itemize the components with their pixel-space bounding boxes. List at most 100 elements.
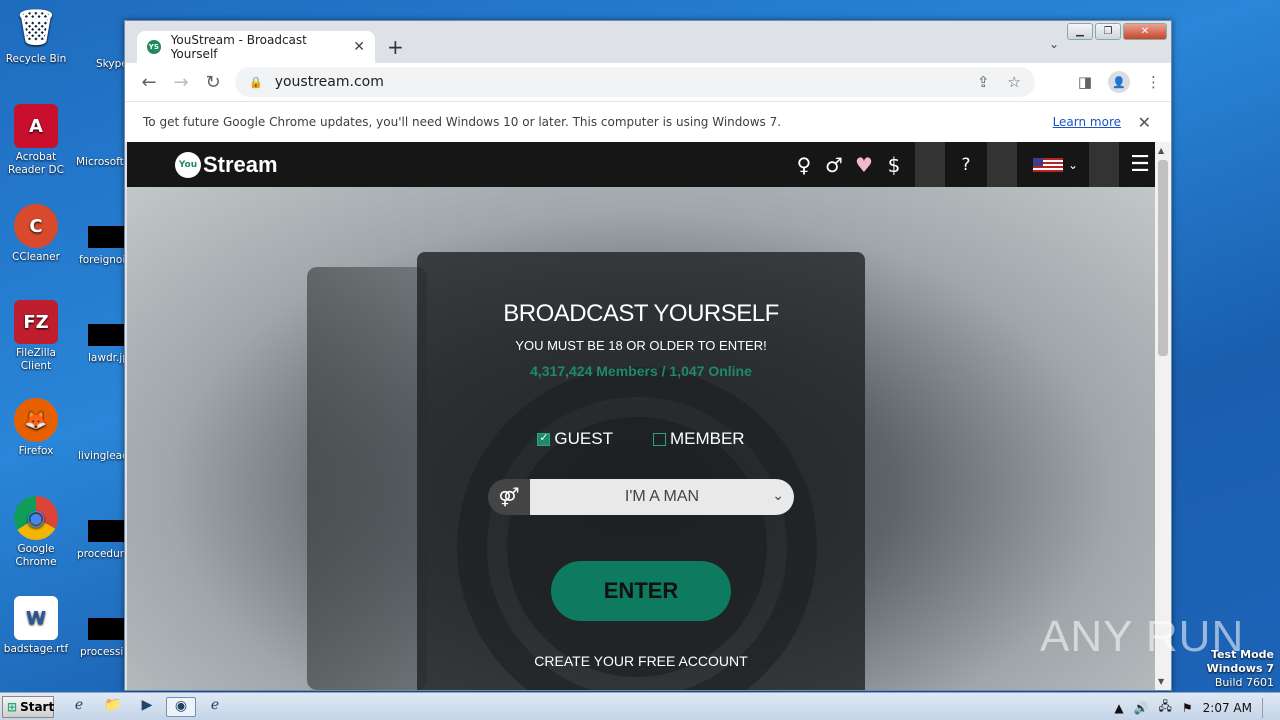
media-player-taskbar-icon[interactable]: ▶ [136, 697, 158, 717]
forward-arrow-icon[interactable]: → [165, 72, 197, 93]
desktop-icon-chrome[interactable]: ◉ Google Chrome [0, 496, 72, 569]
browser-tab[interactable]: YS YouStream - Broadcast Yourself ✕ [137, 31, 375, 63]
ccleaner-icon: C [14, 204, 58, 248]
url-text[interactable]: youstream.com [275, 74, 384, 90]
member-label: MEMBER [669, 429, 745, 448]
bookmark-star-icon[interactable]: ☆ [1008, 73, 1021, 91]
firefox-icon: 🦊 [14, 398, 58, 442]
site-favicon-icon: YS [147, 40, 161, 54]
recycle-bin-icon: 🗑 [14, 7, 58, 48]
taskbar: ⊞ Start ℯ 📁 ▶ ◉ ℯ ▲ 🔊 🖧 ⚑ 2:07 AM [0, 692, 1280, 720]
start-button[interactable]: ⊞ Start [2, 696, 54, 718]
gender-icon: ⚤ [488, 479, 530, 515]
edge-taskbar-icon[interactable]: ℯ [204, 697, 226, 717]
redacted-icon [88, 226, 124, 248]
clock[interactable]: 2:07 AM [1203, 701, 1252, 715]
member-stats: 4,317,424 Members / 1,047 Online [530, 363, 752, 379]
language-chevron-icon[interactable]: ⌄ [1063, 158, 1083, 172]
desktop-icon-ccleaner[interactable]: C CCleaner [0, 204, 72, 264]
explorer-taskbar-icon[interactable]: 📁 [102, 697, 124, 717]
redacted-icon [88, 618, 124, 640]
address-bar[interactable]: 🔒 youstream.com ⇪ ☆ [235, 67, 1035, 97]
desktop-icon-label[interactable]: livinglead [78, 450, 129, 462]
help-icon[interactable]: ? [951, 155, 981, 175]
male-icon[interactable]: ♂ [819, 153, 849, 177]
tab-close-icon[interactable]: ✕ [353, 39, 365, 55]
action-center-flag-icon[interactable]: ⚑ [1182, 701, 1193, 715]
female-icon[interactable]: ♀ [789, 153, 819, 177]
back-arrow-icon[interactable]: ← [133, 72, 165, 93]
word-document-icon: W [14, 596, 58, 640]
test-mode-line: Windows 7 [1206, 662, 1274, 675]
test-mode-notice: Test Mode Windows 7 Build 7601 [1207, 648, 1274, 690]
redacted-icon [88, 324, 124, 346]
page-scrollbar[interactable]: ▲ ▼ [1155, 142, 1171, 690]
infobar-close-icon[interactable]: ✕ [1138, 113, 1151, 132]
side-panel-icon[interactable]: ◨ [1078, 73, 1092, 91]
camera-strap-shape [307, 267, 427, 690]
header-icons: ♀ ♂ ♥ $ ? ⌄ ☰ [789, 142, 1155, 187]
member-option[interactable]: MEMBER [652, 429, 745, 449]
desktop-icon-acrobat[interactable]: A Acrobat Reader DC [0, 104, 72, 177]
volume-icon[interactable]: 🔊 [1134, 701, 1149, 715]
desktop-icon-label[interactable]: procedure [77, 548, 130, 560]
scroll-up-arrow-icon[interactable]: ▲ [1158, 146, 1164, 155]
scroll-down-arrow-icon[interactable]: ▼ [1158, 677, 1164, 686]
test-mode-line: Test Mode [1211, 648, 1274, 661]
desktop-icon-label[interactable]: processin [80, 646, 130, 658]
header-divider [915, 142, 945, 187]
create-account-link[interactable]: CREATE YOUR FREE ACCOUNT [417, 653, 865, 669]
kebab-menu-icon[interactable]: ⋮ [1146, 73, 1161, 91]
scrollbar-thumb[interactable] [1158, 160, 1168, 356]
desktop-icon-label: badstage.rtf [3, 643, 69, 655]
filezilla-icon: FZ [14, 300, 58, 344]
tray-expand-icon[interactable]: ▲ [1114, 701, 1123, 715]
site-logo[interactable]: You Stream [175, 152, 278, 178]
dollar-icon[interactable]: $ [879, 153, 909, 177]
share-icon[interactable]: ⇪ [977, 73, 990, 91]
guest-label: GUEST [554, 429, 613, 448]
network-icon[interactable]: 🖧 [1159, 697, 1172, 718]
us-flag-icon[interactable] [1033, 157, 1063, 172]
hamburger-menu-icon[interactable]: ☰ [1125, 152, 1155, 177]
infobar-message: To get future Google Chrome updates, you… [143, 115, 782, 129]
desktop-icon-label[interactable]: lawdr.jp [88, 352, 129, 364]
chrome-icon: ◉ [14, 496, 58, 540]
show-desktop-button[interactable] [1262, 697, 1272, 718]
desktop-icon-label[interactable]: Microsoft [76, 156, 124, 168]
close-window-button[interactable]: ✕ [1123, 23, 1167, 40]
tab-search-chevron-icon[interactable]: ⌄ [1049, 37, 1059, 51]
panel-title: BROADCAST YOURSELF [503, 300, 779, 327]
page-viewport: You Stream ♀ ♂ ♥ $ ? ⌄ ☰ BROADCAST YOURS… [127, 142, 1155, 690]
guest-checkbox[interactable] [537, 431, 551, 446]
desktop-icon-label: Acrobat Reader DC [8, 151, 64, 176]
new-tab-button[interactable]: + [387, 35, 404, 59]
header-divider [987, 142, 1017, 187]
profile-avatar-icon[interactable]: 👤 [1108, 71, 1130, 93]
header-divider [1089, 142, 1119, 187]
desktop-icon-recycle-bin[interactable]: 🗑 Recycle Bin [0, 6, 72, 66]
start-label: Start [20, 700, 55, 714]
desktop-icon-firefox[interactable]: 🦊 Firefox [0, 398, 72, 458]
desktop-icon-label[interactable]: foreignoil [79, 254, 128, 266]
heart-icon[interactable]: ♥ [849, 153, 879, 177]
reload-icon[interactable]: ↻ [197, 72, 229, 93]
system-tray: ▲ 🔊 🖧 ⚑ 2:07 AM [1114, 697, 1272, 718]
chrome-taskbar-icon[interactable]: ◉ [166, 697, 196, 717]
gender-select[interactable]: I'M A MAN ⌄ [530, 479, 794, 515]
learn-more-link[interactable]: Learn more [1053, 115, 1121, 129]
guest-option[interactable]: GUEST [537, 429, 613, 449]
desktop-icon-label[interactable]: Skype [96, 58, 128, 70]
gender-selector: ⚤ I'M A MAN ⌄ [488, 479, 794, 515]
logo-badge: You [175, 152, 201, 178]
ie-taskbar-icon[interactable]: ℯ [68, 697, 90, 717]
enter-button[interactable]: ENTER [551, 561, 731, 621]
desktop-icon-label: Recycle Bin [5, 53, 67, 65]
lock-icon[interactable]: 🔒 [249, 76, 263, 89]
test-mode-line: Build 7601 [1214, 676, 1274, 689]
minimize-button[interactable]: ▁ [1067, 23, 1093, 40]
maximize-button[interactable]: ❐ [1095, 23, 1121, 40]
member-checkbox[interactable] [652, 432, 666, 446]
desktop-icon-badstage[interactable]: W badstage.rtf [0, 596, 72, 656]
desktop-icon-filezilla[interactable]: FZ FileZilla Client [0, 300, 72, 373]
